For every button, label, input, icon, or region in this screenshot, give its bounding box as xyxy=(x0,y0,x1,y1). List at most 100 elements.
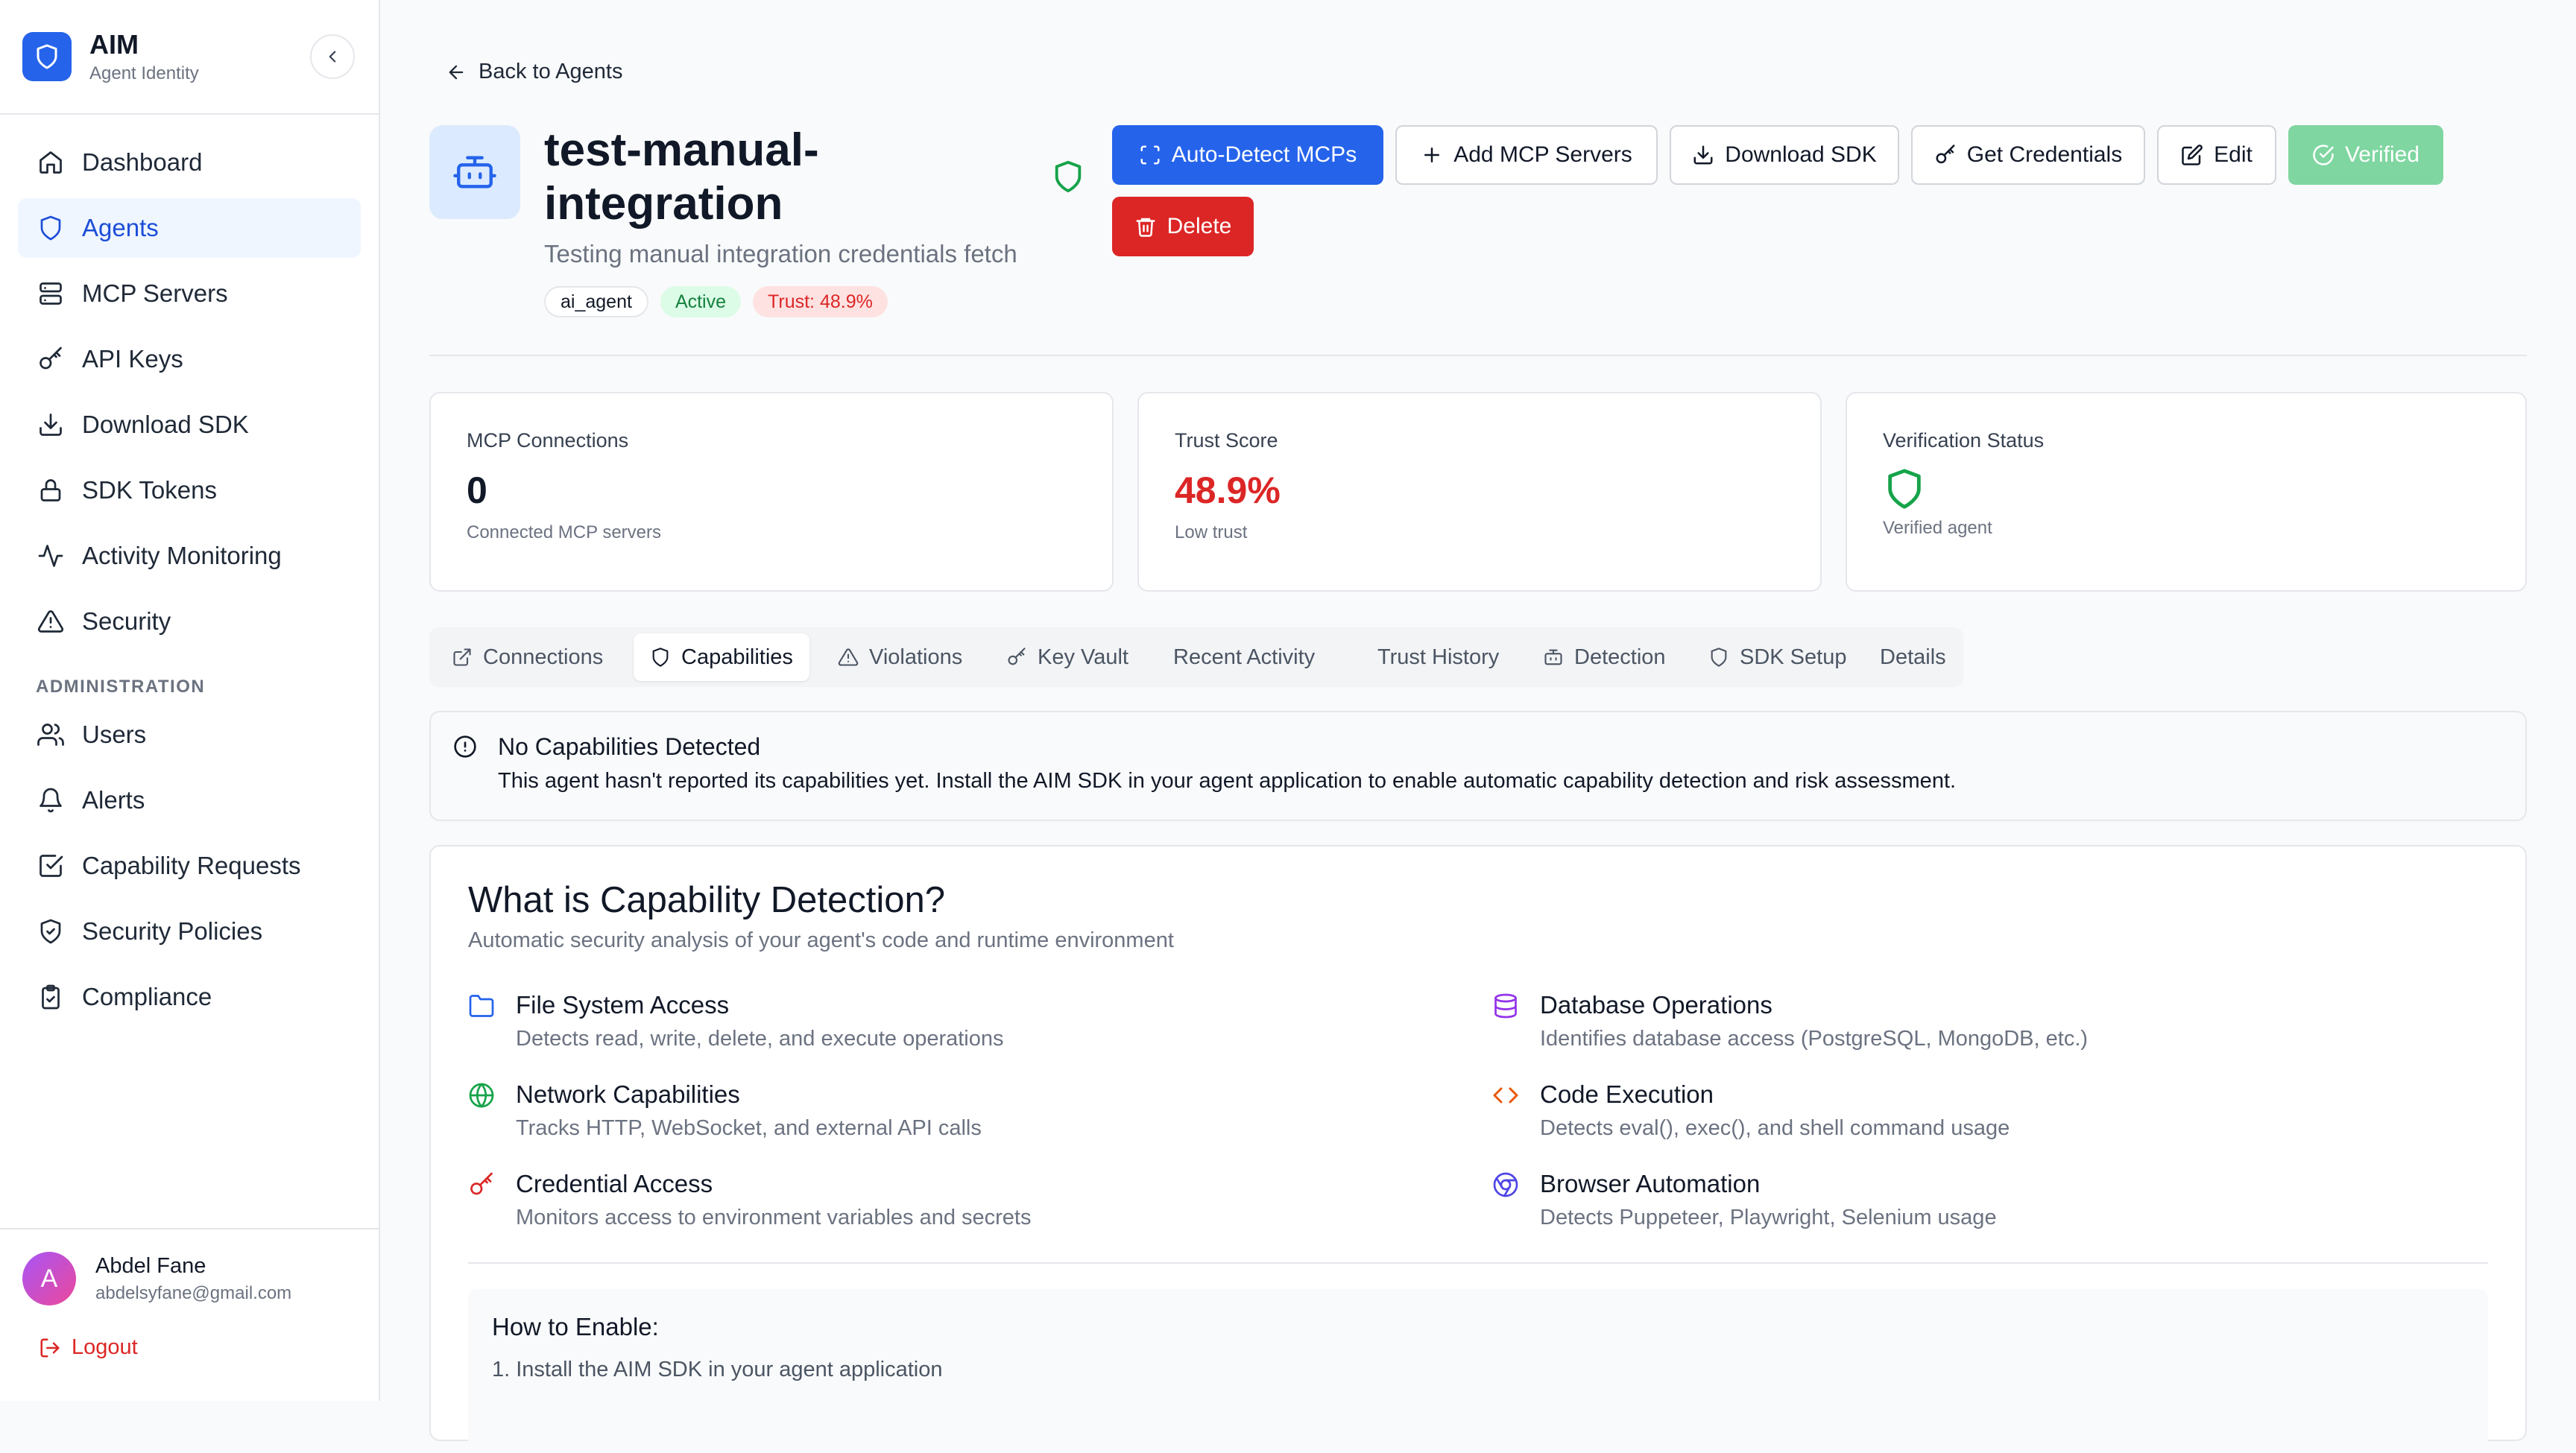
clipboard-icon xyxy=(36,982,66,1012)
sidebar-item-alerts[interactable]: Alerts xyxy=(18,770,361,830)
tab-recent-activity[interactable]: Recent Activity xyxy=(1157,633,1331,681)
type-badge: ai_agent xyxy=(544,286,648,317)
tab-label: Trust History xyxy=(1377,645,1500,669)
trash-icon xyxy=(1134,215,1157,238)
edit-icon xyxy=(2181,144,2203,166)
chevron-left-icon xyxy=(329,51,336,63)
tab-bar: Connections Capabilities Violations Key … xyxy=(429,627,1963,687)
stat-value: 48.9% xyxy=(1175,469,1281,511)
stat-label: Verification Status xyxy=(1883,429,2045,452)
sidebar-item-security-policies[interactable]: Security Policies xyxy=(18,902,361,961)
scan-icon xyxy=(1139,144,1161,166)
feature-title: Network Capabilities xyxy=(516,1080,740,1108)
delete-button[interactable]: Delete xyxy=(1112,197,1254,256)
back-to-agents-link[interactable]: Back to Agents xyxy=(446,60,622,84)
bot-icon xyxy=(1543,647,1564,668)
tab-violations[interactable]: Violations xyxy=(821,633,979,681)
download-sdk-button[interactable]: Download SDK xyxy=(1670,125,1899,185)
how-to-enable: How to Enable: 1. Install the AIM SDK in… xyxy=(468,1289,2488,1453)
tab-capabilities[interactable]: Capabilities xyxy=(634,633,809,681)
no-capabilities-alert: No Capabilities Detected This agent hasn… xyxy=(429,711,2527,821)
agent-description: Testing manual integration credentials f… xyxy=(544,240,1017,268)
feature-browser-automation: Browser Automation Detects Puppeteer, Pl… xyxy=(1492,1170,1997,1230)
check-circle-icon xyxy=(2312,144,2334,166)
shield-check-icon xyxy=(36,917,66,946)
feature-title: Browser Automation xyxy=(1540,1170,1761,1197)
sidebar-item-label: Download SDK xyxy=(82,411,249,438)
alert-body: This agent hasn't reported its capabilit… xyxy=(498,769,1957,793)
trust-badge: Trust: 48.9% xyxy=(753,286,888,317)
sidebar-item-sdk-tokens[interactable]: SDK Tokens xyxy=(18,460,361,520)
sidebar-item-users[interactable]: Users xyxy=(18,705,361,765)
bell-icon xyxy=(36,785,66,815)
collapse-sidebar-button[interactable] xyxy=(310,34,355,79)
administration-section-label: ADMINISTRATION xyxy=(36,677,206,697)
tab-label: Detection xyxy=(1574,645,1666,669)
button-label: Verified xyxy=(2344,142,2420,167)
logout-label: Logout xyxy=(72,1335,138,1359)
shield-icon xyxy=(36,213,66,243)
sidebar-item-label: SDK Tokens xyxy=(82,476,217,504)
sidebar-item-download-sdk[interactable]: Download SDK xyxy=(18,395,361,455)
tab-label: Key Vault xyxy=(1038,645,1128,669)
globe-icon xyxy=(468,1082,498,1141)
feature-title: Database Operations xyxy=(1540,991,1772,1019)
shield-icon xyxy=(650,647,671,668)
get-credentials-button[interactable]: Get Credentials xyxy=(1911,125,2145,185)
sidebar-item-label: MCP Servers xyxy=(82,279,228,307)
button-label: Get Credentials xyxy=(1966,142,2123,167)
avatar[interactable]: A xyxy=(22,1252,76,1305)
brand-subtitle: Agent Identity xyxy=(89,63,199,83)
sidebar-item-mcp-servers[interactable]: MCP Servers xyxy=(18,264,361,323)
plus-icon xyxy=(1421,144,1443,166)
tab-trust-history[interactable]: Trust History xyxy=(1361,633,1515,681)
home-icon xyxy=(36,148,66,177)
sidebar-item-security[interactable]: Security xyxy=(18,592,361,651)
auto-detect-mcps-button[interactable]: Auto-Detect MCPs xyxy=(1112,125,1383,185)
sidebar-item-capability-requests[interactable]: Capability Requests xyxy=(18,836,361,896)
header-divider xyxy=(429,355,2527,356)
capability-detection-card: What is Capability Detection? Automatic … xyxy=(429,845,2527,1453)
button-label: Download SDK xyxy=(1725,142,1877,167)
sidebar-item-agents[interactable]: Agents xyxy=(18,198,361,258)
verified-shield-icon xyxy=(1051,159,1085,194)
tab-key-vault[interactable]: Key Vault xyxy=(990,633,1145,681)
tab-details[interactable]: Details xyxy=(1863,633,1963,681)
edit-button[interactable]: Edit xyxy=(2157,125,2276,185)
sidebar-item-label: Activity Monitoring xyxy=(82,542,282,569)
sidebar-item-dashboard[interactable]: Dashboard xyxy=(18,133,361,192)
users-icon xyxy=(36,720,66,750)
tab-label: SDK Setup xyxy=(1740,645,1847,669)
feature-desc: Detects eval(), exec(), and shell comman… xyxy=(1540,1116,2010,1140)
mcp-connections-card: MCP Connections 0 Connected MCP servers xyxy=(429,392,1114,592)
tab-label: Violations xyxy=(869,645,963,669)
chrome-icon xyxy=(1492,1171,1522,1230)
stat-value: 0 xyxy=(467,469,487,511)
tab-detection[interactable]: Detection xyxy=(1527,633,1682,681)
card-title: What is Capability Detection? xyxy=(468,880,946,920)
tab-connections[interactable]: Connections xyxy=(435,633,619,681)
sidebar-item-activity-monitoring[interactable]: Activity Monitoring xyxy=(18,526,361,586)
sidebar-item-api-keys[interactable]: API Keys xyxy=(18,329,361,389)
key-icon xyxy=(36,344,66,374)
status-badge: Active xyxy=(660,286,742,317)
database-icon xyxy=(1492,993,1522,1051)
external-link-icon xyxy=(452,647,473,668)
user-email: abdelsyfane@gmail.com xyxy=(95,1282,292,1303)
key-icon xyxy=(1934,144,1957,166)
feature-desc: Identifies database access (PostgreSQL, … xyxy=(1540,1027,2089,1051)
tab-label: Connections xyxy=(483,645,604,669)
logout-button[interactable]: Logout xyxy=(39,1335,356,1360)
card-divider xyxy=(468,1262,2488,1264)
tab-label: Capabilities xyxy=(681,645,793,669)
add-mcp-servers-button[interactable]: Add MCP Servers xyxy=(1395,125,1658,185)
sidebar-item-compliance[interactable]: Compliance xyxy=(18,967,361,1027)
feature-title: File System Access xyxy=(516,991,730,1019)
download-icon xyxy=(36,410,66,440)
tab-sdk-setup[interactable]: SDK Setup xyxy=(1692,633,1863,681)
stat-sub: Low trust xyxy=(1175,522,1248,542)
feature-file-system: File System Access Detects read, write, … xyxy=(468,991,1004,1051)
server-icon xyxy=(36,279,66,308)
sidebar-item-label: Security xyxy=(82,607,171,635)
verified-button: Verified xyxy=(2288,125,2443,185)
